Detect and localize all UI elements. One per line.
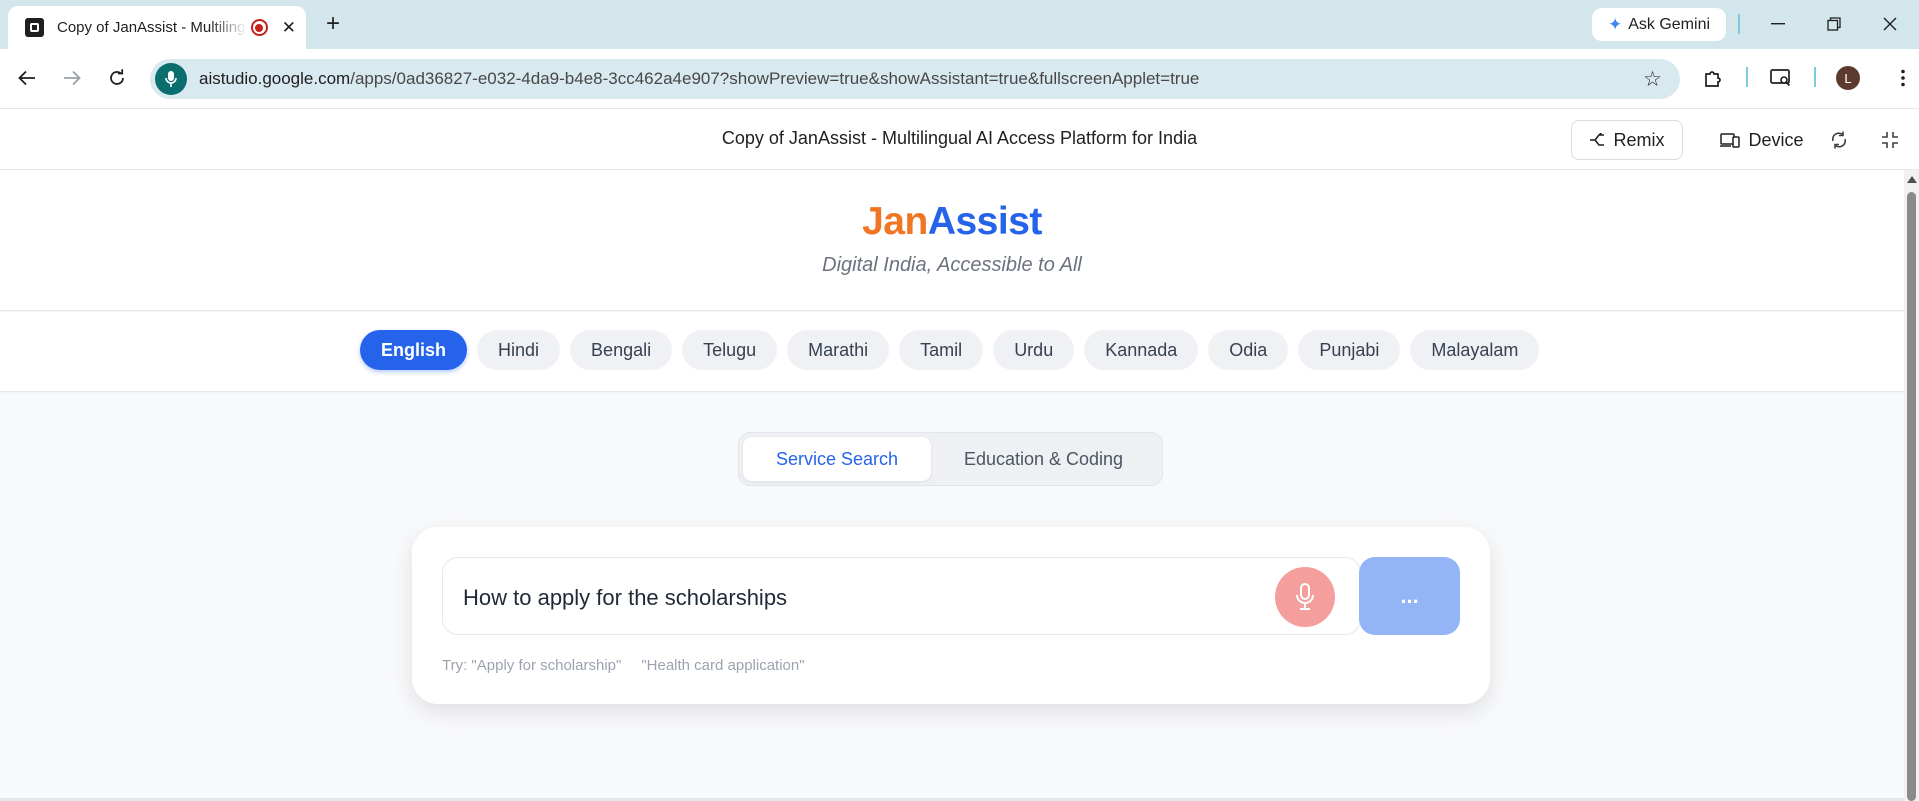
recording-icon [250, 19, 268, 36]
hint-example[interactable]: "Health card application" [641, 657, 804, 674]
minimize-icon[interactable] [1758, 9, 1798, 39]
language-pill-marathi[interactable]: Marathi [787, 330, 890, 370]
profile-avatar[interactable]: L [1836, 66, 1860, 90]
close-window-icon[interactable] [1870, 9, 1910, 39]
ask-gemini-label: Ask Gemini [1628, 15, 1711, 33]
device-icon [1720, 132, 1741, 148]
scroll-up-arrow-icon[interactable] [1907, 176, 1917, 183]
language-pill-row: English Hindi Bengali Telugu Marathi Tamil Urd… [360, 330, 1540, 370]
address-bar[interactable]: aistudio.google.com/apps/0ad36827-e032-4… [150, 59, 1680, 99]
toolbar-divider [1746, 67, 1748, 87]
submit-search-button[interactable]: ... [1359, 557, 1460, 635]
search-input-value: How to apply for the scholarships [463, 585, 788, 610]
language-pill-tamil[interactable]: Tamil [899, 330, 984, 370]
more-menu-icon[interactable] [1886, 61, 1919, 95]
ask-gemini-button[interactable]: ✦ Ask Gemini [1592, 8, 1726, 41]
reload-icon[interactable] [101, 62, 133, 94]
scrollbar-thumb[interactable] [1907, 192, 1916, 801]
mode-switch: Service Search Education & Coding [738, 432, 1163, 486]
search-input[interactable]: How to apply for the scholarships [442, 557, 1361, 635]
microphone-icon [1295, 583, 1315, 611]
language-pill-urdu[interactable]: Urdu [993, 330, 1075, 370]
language-pill-kannada[interactable]: Kannada [1084, 330, 1199, 370]
preview-scrollbar[interactable] [1904, 170, 1919, 801]
device-button[interactable]: Device [1702, 120, 1822, 160]
language-pill-malayalam[interactable]: Malayalam [1410, 330, 1540, 370]
forward-icon[interactable] [56, 62, 88, 94]
search-hints: Try: "Apply for scholarship" "Health car… [442, 657, 825, 674]
applet-header: Copy of JanAssist - Multilingual AI Acce… [0, 108, 1919, 170]
hero-header: JanAssist Digital India, Accessible to A… [0, 170, 1904, 311]
browser-tab[interactable]: Copy of JanAssist - Multilingual AI Acce… [8, 6, 306, 49]
language-pill-telugu[interactable]: Telugu [682, 330, 778, 370]
back-icon[interactable] [11, 62, 43, 94]
exit-fullscreen-icon[interactable] [1877, 127, 1903, 153]
voice-input-button[interactable] [1275, 567, 1335, 627]
language-pill-english[interactable]: English [360, 330, 468, 370]
language-pill-punjabi[interactable]: Punjabi [1298, 330, 1401, 370]
tab-education-coding[interactable]: Education & Coding [931, 437, 1156, 481]
browser-toolbar: aistudio.google.com/apps/0ad36827-e032-4… [0, 49, 1919, 108]
cast-search-icon[interactable] [1764, 61, 1798, 95]
tab-title: Copy of JanAssist - Multilingual AI Acce… [57, 19, 247, 36]
tagline: Digital India, Accessible to All [822, 254, 1082, 276]
language-selector-bar: English Hindi Bengali Telugu Marathi Tamil Urd… [0, 312, 1904, 392]
remix-label: Remix [1613, 129, 1665, 150]
refresh-preview-icon[interactable] [1826, 127, 1852, 153]
remix-button[interactable]: Remix [1571, 120, 1683, 160]
new-tab-button[interactable]: + [318, 9, 348, 39]
tab-service-search[interactable]: Service Search [743, 437, 931, 481]
tab-close-icon[interactable]: ✕ [282, 18, 296, 38]
device-label: Device [1748, 129, 1804, 150]
hint-example[interactable]: Try: "Apply for scholarship" [442, 657, 621, 674]
applet-preview: JanAssist Digital India, Accessible to A… [0, 170, 1904, 801]
language-pill-hindi[interactable]: Hindi [477, 330, 561, 370]
gemini-sparkle-icon: ✦ [1607, 14, 1623, 34]
search-card: How to apply for the scholarships ... Tr… [412, 527, 1490, 704]
aistudio-favicon-icon [25, 18, 44, 37]
remix-icon [1589, 133, 1605, 147]
url-text[interactable]: aistudio.google.com/apps/0ad36827-e032-4… [199, 69, 1199, 89]
brand-logo: JanAssist [862, 200, 1042, 243]
browser-tabstrip: Copy of JanAssist - Multilingual AI Acce… [0, 0, 1919, 49]
language-pill-bengali[interactable]: Bengali [570, 330, 673, 370]
microphone-in-use-icon[interactable] [155, 63, 187, 95]
tabstrip-divider [1738, 14, 1740, 34]
toolbar-divider [1814, 67, 1816, 87]
restore-icon[interactable] [1814, 9, 1854, 39]
extensions-icon[interactable] [1696, 61, 1730, 95]
bookmark-star-icon[interactable]: ☆ [1643, 67, 1662, 92]
language-pill-odia[interactable]: Odia [1208, 330, 1289, 370]
